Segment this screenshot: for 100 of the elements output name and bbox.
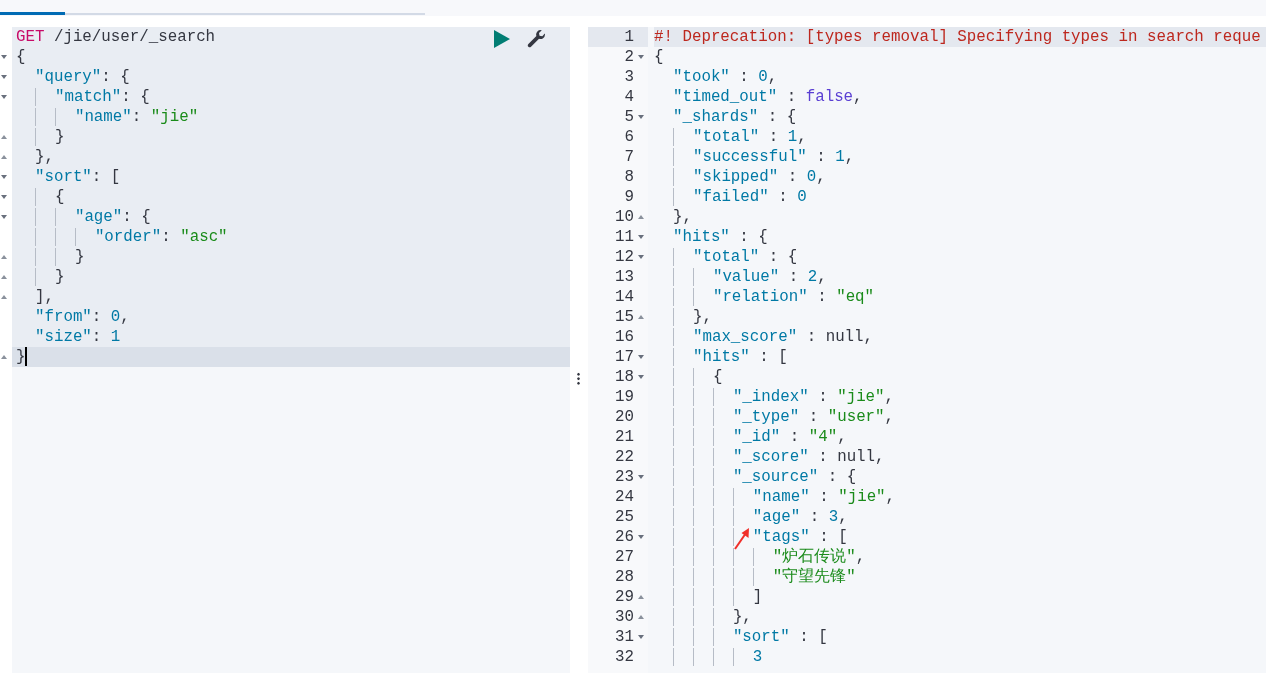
fold-icon[interactable] [1,175,7,179]
fold-icon[interactable] [638,115,644,119]
code-line: "failed" : 0 [654,187,807,207]
fold-icon[interactable] [638,535,644,539]
code-line: 3 [654,647,763,667]
code-line: } [15,347,28,367]
code-line: "query": { [33,67,130,87]
code-line: { [12,187,65,207]
code-line: }, [33,147,54,167]
code-line: ] [654,587,763,607]
fold-icon[interactable] [1,95,7,99]
code-line: "skipped" : 0, [654,167,826,187]
line-number: 3 [623,67,634,87]
annotation-arrow [732,527,752,551]
code-line: "age" : 3, [654,507,848,527]
code-line: "tags" : [ [654,527,848,547]
fold-icon[interactable] [1,295,7,299]
line-number: 7 [623,147,634,167]
line-number: 32 [614,647,634,667]
fold-icon[interactable] [1,355,7,359]
code-line: "_id" : "4", [654,427,847,447]
code-line: "hits" : [ [654,347,788,367]
code-line: "relation" : "eq" [654,287,875,307]
fold-icon[interactable] [638,635,644,639]
fold-icon[interactable] [638,375,644,379]
line-number: 21 [614,427,634,447]
fold-icon[interactable] [638,475,644,479]
code-line: } [12,247,85,267]
code-line: { [654,367,723,387]
line-number: 4 [623,87,634,107]
tab-indicator [0,12,65,15]
code-line: "order": "asc" [12,227,228,247]
fold-icon[interactable] [638,355,644,359]
code-line: "_type" : "user", [654,407,895,427]
code-line: "sort" : [ [654,627,828,647]
line-number: 16 [614,327,634,347]
fold-icon[interactable] [1,135,7,139]
fold-icon[interactable] [1,75,7,79]
line-number: 19 [614,387,634,407]
code-line: "age": { [12,207,151,227]
fold-icon[interactable] [638,55,644,59]
code-line: "_index" : "jie", [654,387,895,407]
line-number: 26 [614,527,634,547]
line-number: 29 [614,587,634,607]
fold-icon[interactable] [1,55,7,59]
request-editor[interactable]: GET /jie/user/_search { "query": { "match": { "name": "jie" } }, "sort": [ { "age": { "order": "asc" } } ], "from": 0, "size": 1 } [12,27,570,367]
line-number: 10 [614,207,634,227]
line-number: 22 [614,447,634,467]
code-line: } [12,267,65,287]
fold-icon[interactable] [1,215,7,219]
code-line: "_source" : { [654,467,857,487]
line-number: 5 [623,107,634,127]
fold-icon[interactable] [638,615,644,619]
line-number: 13 [614,267,634,287]
code-line: "hits" : { [671,227,768,247]
fold-icon[interactable] [1,255,7,259]
fold-icon[interactable] [638,235,644,239]
code-line: "name" : "jie", [654,487,896,507]
fold-icon[interactable] [638,595,644,599]
code-line: "守望先锋" [654,567,856,587]
line-number: 8 [623,167,634,187]
line-number: 9 [623,187,634,207]
code-line: GET /jie/user/_search [15,27,216,47]
code-line: } [12,127,65,147]
line-number: 11 [614,227,634,247]
code-line: "max_score" : null, [654,327,874,347]
line-number: 2 [623,47,634,67]
line-number: 12 [614,247,634,267]
play-button[interactable] [494,30,510,48]
code-line: "timed_out" : false, [671,87,863,107]
line-number: 27 [614,547,634,567]
line-number: 17 [614,347,634,367]
code-line: }, [671,207,692,227]
code-line: "value" : 2, [654,267,827,287]
line-number: 6 [623,127,634,147]
code-line: "from": 0, [33,307,130,327]
fold-icon[interactable] [1,195,7,199]
line-number: 24 [614,487,634,507]
code-line: #! Deprecation: [types removal] Specifying types in search reque [654,27,1261,47]
line-number: 31 [614,627,634,647]
code-line: { [654,47,664,67]
line-number: 18 [614,367,634,387]
line-number: 14 [614,287,634,307]
code-line: "total" : { [654,247,798,267]
fold-icon[interactable] [1,155,7,159]
line-number: 28 [614,567,634,587]
line-number: 30 [614,607,634,627]
fold-icon[interactable] [638,215,644,219]
fold-icon[interactable] [1,275,7,279]
line-number: 23 [614,467,634,487]
line-number: 1 [623,27,634,47]
fold-icon[interactable] [638,255,644,259]
code-line: "successful" : 1, [654,147,855,167]
code-line: "total" : 1, [654,127,807,147]
fold-icon[interactable] [638,315,644,319]
line-number: 15 [614,307,634,327]
code-line: "炉石传说", [654,547,866,567]
code-line: "name": "jie" [12,107,199,127]
line-number: 25 [614,507,634,527]
wrench-button[interactable] [526,30,546,50]
